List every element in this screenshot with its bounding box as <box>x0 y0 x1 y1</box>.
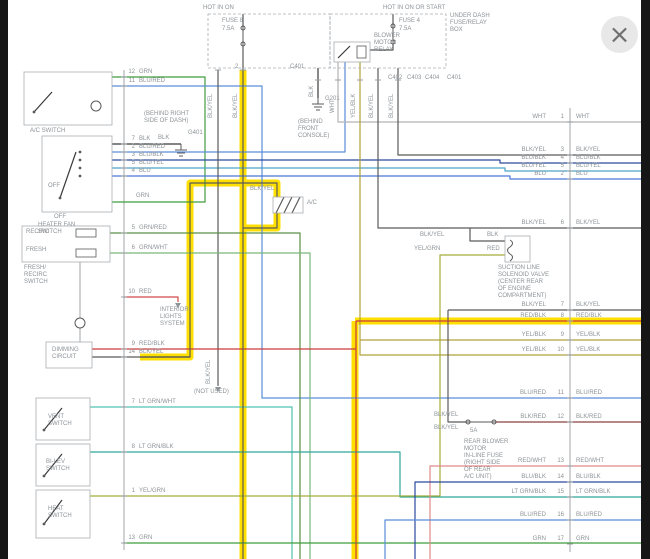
wire-drk <box>470 228 505 241</box>
wire-yel-blk <box>360 62 650 355</box>
close-button[interactable]: × <box>601 16 638 53</box>
wiring-diagram-viewer: HOT IN ONHOT IN ON OR STARTFUSE 87.5AFUS… <box>0 0 650 559</box>
contact-dot <box>33 111 36 114</box>
lamp-icon <box>91 101 101 111</box>
arrow-down-icon <box>175 303 181 308</box>
wire-blk <box>44 454 62 476</box>
contact-dot <box>43 523 46 526</box>
component-box <box>36 490 90 538</box>
wire-drk <box>370 44 393 50</box>
wire-drk <box>378 68 650 228</box>
resistor-icon <box>76 249 96 257</box>
wire-lt-grn-blk <box>90 452 650 497</box>
close-icon: × <box>609 22 631 48</box>
component-box <box>46 342 92 368</box>
component-box <box>208 14 330 68</box>
component-box <box>24 72 112 125</box>
wire-blk <box>34 92 52 112</box>
left-black-bar <box>0 0 8 559</box>
wire-blk <box>60 152 76 198</box>
wire-grn-red <box>110 233 300 559</box>
wire-wht <box>338 62 650 122</box>
highlight-trace <box>140 183 243 357</box>
wire-blk <box>338 46 350 58</box>
contact-dot <box>79 151 82 154</box>
contact-dot <box>43 429 46 432</box>
right-black-bar <box>641 0 650 559</box>
wire-blk <box>44 408 62 430</box>
wire-blk <box>44 500 62 524</box>
arrow-down-icon <box>215 387 221 392</box>
component-box <box>22 226 110 262</box>
component-box <box>330 14 446 68</box>
wire-drk <box>448 310 466 422</box>
wire-yel-grn <box>90 255 505 496</box>
component-box <box>42 136 112 212</box>
wire-drk <box>284 197 292 213</box>
component-box <box>36 444 90 486</box>
contact-dot <box>79 159 82 162</box>
contact-dot <box>79 175 82 178</box>
contact-dot <box>59 197 62 200</box>
component-box <box>334 42 370 62</box>
wire-lt-grn-wht <box>90 407 292 559</box>
wire-drk <box>292 197 300 213</box>
wire-blu-red <box>112 62 345 152</box>
highlight-trace <box>243 183 277 197</box>
relay-coil-icon <box>357 46 366 58</box>
resistor-icon <box>76 229 96 237</box>
wire-grn-wht <box>110 253 310 559</box>
wire-red-wht <box>430 466 650 559</box>
contact-dot <box>79 167 82 170</box>
coil-icon <box>508 240 513 261</box>
wiring-svg <box>0 0 650 559</box>
component-box <box>505 236 530 262</box>
wire-drk <box>398 68 650 155</box>
lamp-icon <box>75 318 85 328</box>
wire-red <box>124 297 178 302</box>
wire-drk <box>276 197 284 213</box>
wire-blu-red <box>385 520 650 559</box>
component-box <box>36 398 90 440</box>
highlight-trace <box>243 213 277 228</box>
contact-dot <box>43 475 46 478</box>
